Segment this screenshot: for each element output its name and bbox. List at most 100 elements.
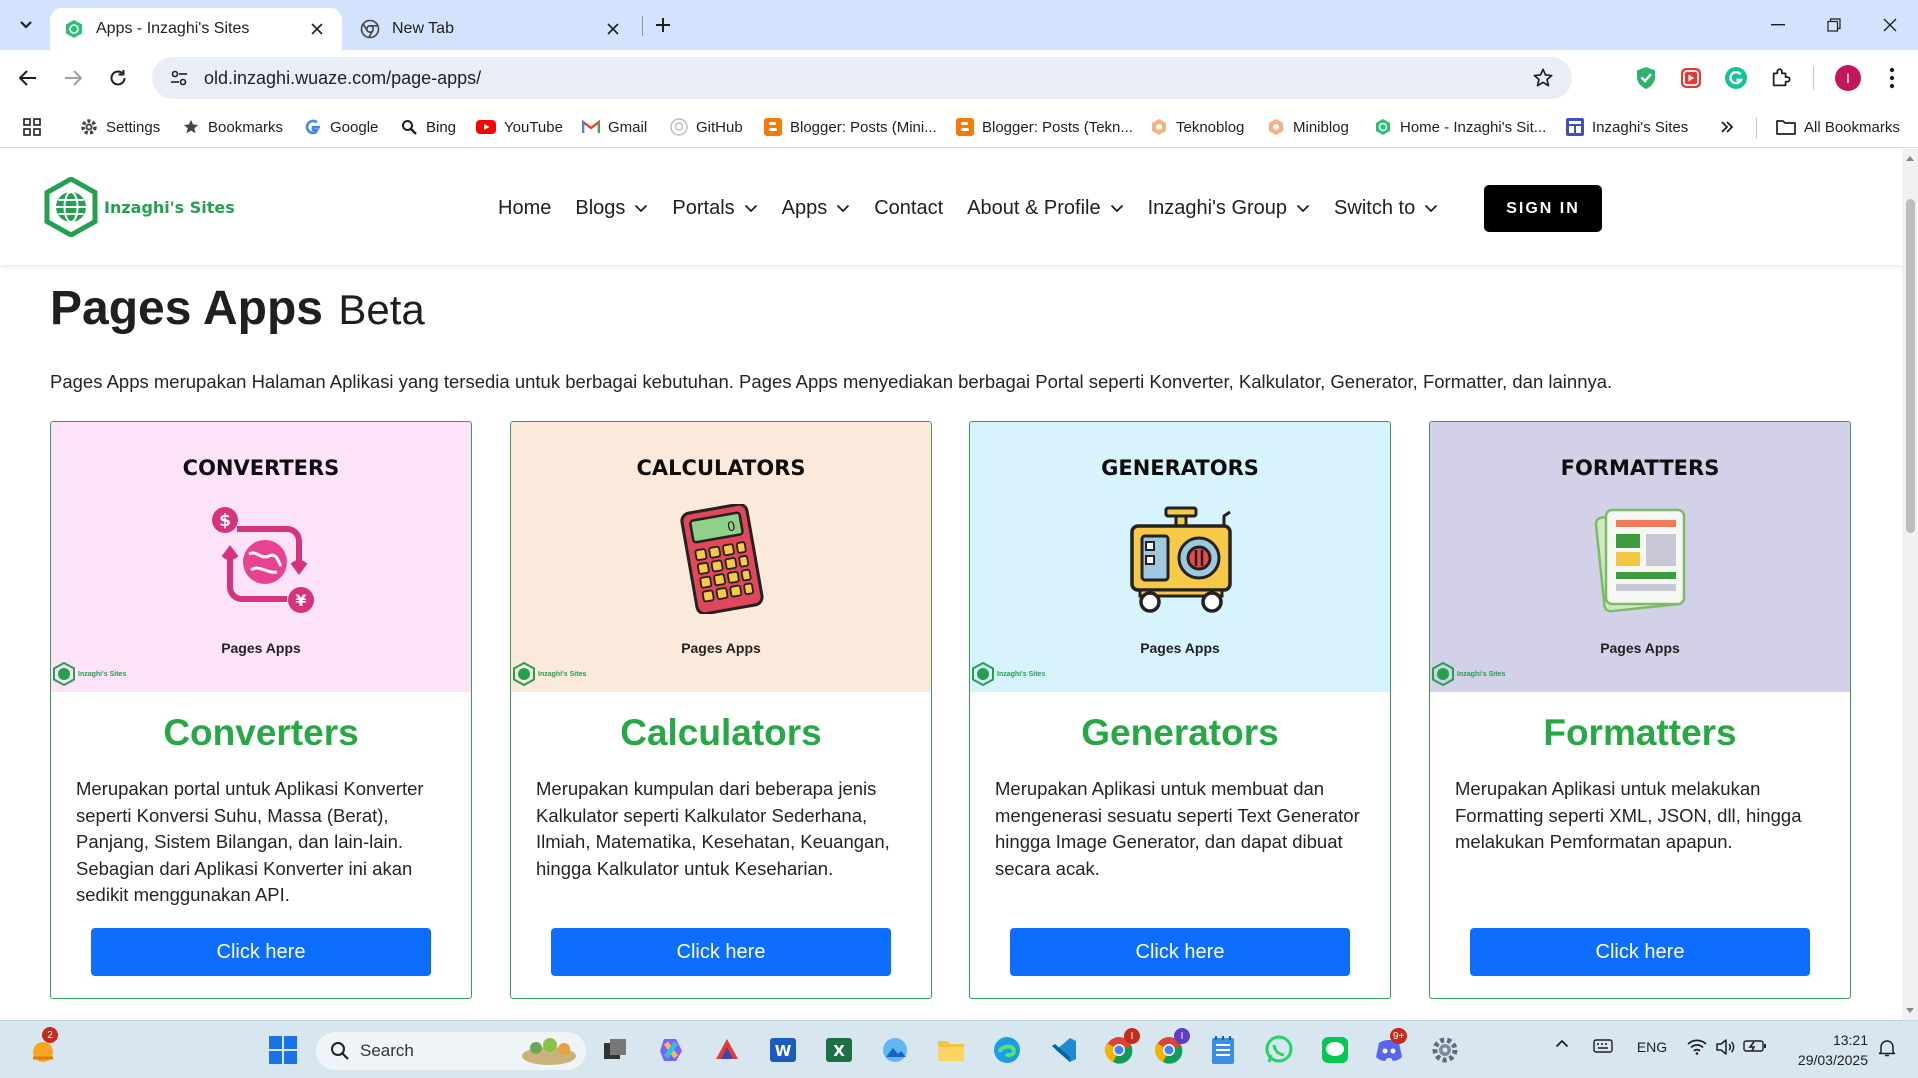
chrome-taskbar-icon[interactable]: I <box>1102 1028 1140 1067</box>
bookmark-inzaghi-sites[interactable]: Inzaghi's Sites <box>1566 114 1688 140</box>
nav-home[interactable]: Home <box>498 197 551 220</box>
nav-about-profile[interactable]: About & Profile <box>967 197 1123 220</box>
chrome-profile2-icon[interactable]: I <box>1152 1028 1190 1067</box>
vscode-icon[interactable] <box>1046 1033 1080 1067</box>
notification-bell-icon[interactable] <box>1876 1039 1898 1057</box>
new-tab-button[interactable] <box>648 10 678 40</box>
url-input[interactable] <box>204 67 1404 89</box>
nav-label: Inzaghi's Group <box>1147 197 1288 219</box>
edge-icon[interactable] <box>990 1033 1024 1067</box>
bookmark-miniblog[interactable]: Miniblog <box>1267 114 1349 140</box>
settings-gear-icon[interactable] <box>1428 1033 1462 1067</box>
close-tab-icon[interactable] <box>602 18 624 40</box>
discord-icon[interactable]: 9+ <box>1372 1028 1408 1067</box>
sign-in-button[interactable]: SIGN IN <box>1484 185 1602 232</box>
apps-grid-button[interactable] <box>22 114 42 140</box>
scroll-up-arrow-icon[interactable] <box>1905 153 1915 163</box>
profile-avatar[interactable]: I <box>1835 65 1861 91</box>
bookmark-label: Home - Inzaghi's Sit... <box>1400 118 1547 136</box>
bookmark-github[interactable]: GitHub <box>670 114 743 140</box>
tab-new-tab[interactable]: New Tab <box>346 8 638 50</box>
site-info-icon[interactable] <box>164 63 194 93</box>
address-bar[interactable] <box>152 57 1572 99</box>
chevron-down-icon <box>837 204 850 213</box>
weather-widget-icon[interactable]: 2 <box>26 1027 60 1067</box>
excel-icon[interactable]: X <box>822 1033 856 1067</box>
app-card-converters: CONVERTERS $ ¥ Pages Apps Inzaghi's Site… <box>50 421 472 999</box>
taskbar-search[interactable]: Search <box>316 1032 586 1070</box>
bookmark-gmail[interactable]: Gmail <box>582 114 647 140</box>
grammarly-icon[interactable] <box>1720 62 1752 94</box>
tab-search-button[interactable] <box>9 8 43 42</box>
whatsapp-icon[interactable] <box>1262 1033 1296 1067</box>
search-highlight-icon <box>522 1038 576 1065</box>
nav-portals[interactable]: Portals <box>672 197 757 220</box>
nav-inzaghis-group[interactable]: Inzaghi's Group <box>1148 197 1310 220</box>
task-view-icon[interactable] <box>598 1033 632 1067</box>
back-button[interactable] <box>10 60 46 96</box>
bookmark-label: GitHub <box>696 118 743 136</box>
gear-icon <box>80 118 98 136</box>
nav-switch-to[interactable]: Switch to <box>1334 197 1438 220</box>
nav-contact[interactable]: Contact <box>874 197 943 220</box>
bookmarks-overflow-button[interactable] <box>1720 114 1734 140</box>
scrollbar-thumb[interactable] <box>1906 199 1915 533</box>
copilot-icon[interactable] <box>654 1033 688 1067</box>
minimize-button[interactable] <box>1750 0 1806 50</box>
bookmark-bing[interactable]: Bing <box>400 114 456 140</box>
volume-icon[interactable] <box>1714 1039 1736 1055</box>
svg-text:X: X <box>833 1042 845 1060</box>
file-explorer-icon[interactable] <box>934 1033 968 1067</box>
card-image: GENERATORS Pages Apps Inzaghi's Sites <box>970 422 1390 692</box>
adblock-shield-icon[interactable] <box>1630 62 1662 94</box>
card-image-title: FORMATTERS <box>1560 456 1720 480</box>
bookmark-label: Bing <box>426 118 457 136</box>
language-indicator[interactable]: ENG <box>1632 1039 1672 1055</box>
card-click-button[interactable]: Click here <box>551 928 891 976</box>
card-click-button[interactable]: Click here <box>1010 928 1350 976</box>
nav-apps[interactable]: Apps <box>782 197 851 220</box>
show-hidden-icons-button[interactable] <box>1552 1039 1572 1048</box>
bookmark-youtube[interactable]: YouTube <box>476 114 563 140</box>
generator-icon <box>1130 506 1232 613</box>
bookmark-settings[interactable]: Settings <box>80 114 160 140</box>
logo-text: Inzaghi's Sites <box>104 197 235 217</box>
video-downloader-icon[interactable] <box>1675 62 1707 94</box>
all-bookmarks-button[interactable]: All Bookmarks <box>1776 114 1900 140</box>
reload-button[interactable] <box>100 60 136 96</box>
bookmark-blogger-mini[interactable]: Blogger: Posts (Mini... <box>764 114 937 140</box>
card-text: Merupakan Aplikasi untuk melakukan Forma… <box>1455 778 1802 852</box>
notepad-icon[interactable] <box>1206 1033 1240 1067</box>
start-button[interactable] <box>266 1033 300 1067</box>
bookmark-star-icon[interactable] <box>1532 67 1554 89</box>
wifi-icon[interactable] <box>1686 1039 1708 1055</box>
page-scrollbar[interactable] <box>1902 149 1918 1020</box>
game-app-icon[interactable] <box>710 1033 744 1067</box>
card-click-button[interactable]: Click here <box>91 928 431 976</box>
site-logo[interactable]: Inzaghi's Sites <box>44 177 235 237</box>
close-tab-icon[interactable] <box>306 18 328 40</box>
bookmark-blogger-tekno[interactable]: Blogger: Posts (Tekn... <box>956 114 1133 140</box>
word-icon[interactable]: W <box>766 1033 800 1067</box>
keyboard-icon[interactable] <box>1592 1039 1614 1053</box>
nav-label: Apps <box>781 197 828 219</box>
photos-app-icon[interactable] <box>878 1033 912 1067</box>
apps-grid-icon <box>23 118 41 136</box>
line-icon[interactable] <box>1318 1033 1352 1067</box>
bookmark-home-inzaghi[interactable]: Home - Inzaghi's Sit... <box>1374 114 1546 140</box>
bookmark-google[interactable]: Google <box>304 114 378 140</box>
battery-charging-icon[interactable] <box>1742 1039 1768 1053</box>
scroll-down-arrow-icon[interactable] <box>1905 1006 1915 1016</box>
tab-apps[interactable]: Apps - Inzaghi's Sites <box>50 8 342 50</box>
restore-button[interactable] <box>1806 0 1862 50</box>
close-window-button[interactable] <box>1862 0 1918 50</box>
card-click-button[interactable]: Click here <box>1470 928 1810 976</box>
forward-button[interactable] <box>55 60 91 96</box>
bookmark-bookmarks[interactable]: Bookmarks <box>182 114 283 140</box>
extensions-puzzle-icon[interactable] <box>1765 62 1797 94</box>
nav-label: Portals <box>672 197 735 219</box>
nav-blogs[interactable]: Blogs <box>575 197 648 220</box>
bookmark-teknoblog[interactable]: Teknoblog <box>1150 114 1244 140</box>
browser-menu-icon[interactable] <box>1876 62 1908 94</box>
system-clock[interactable]: 13:21 29/03/2025 <box>1788 1030 1868 1070</box>
